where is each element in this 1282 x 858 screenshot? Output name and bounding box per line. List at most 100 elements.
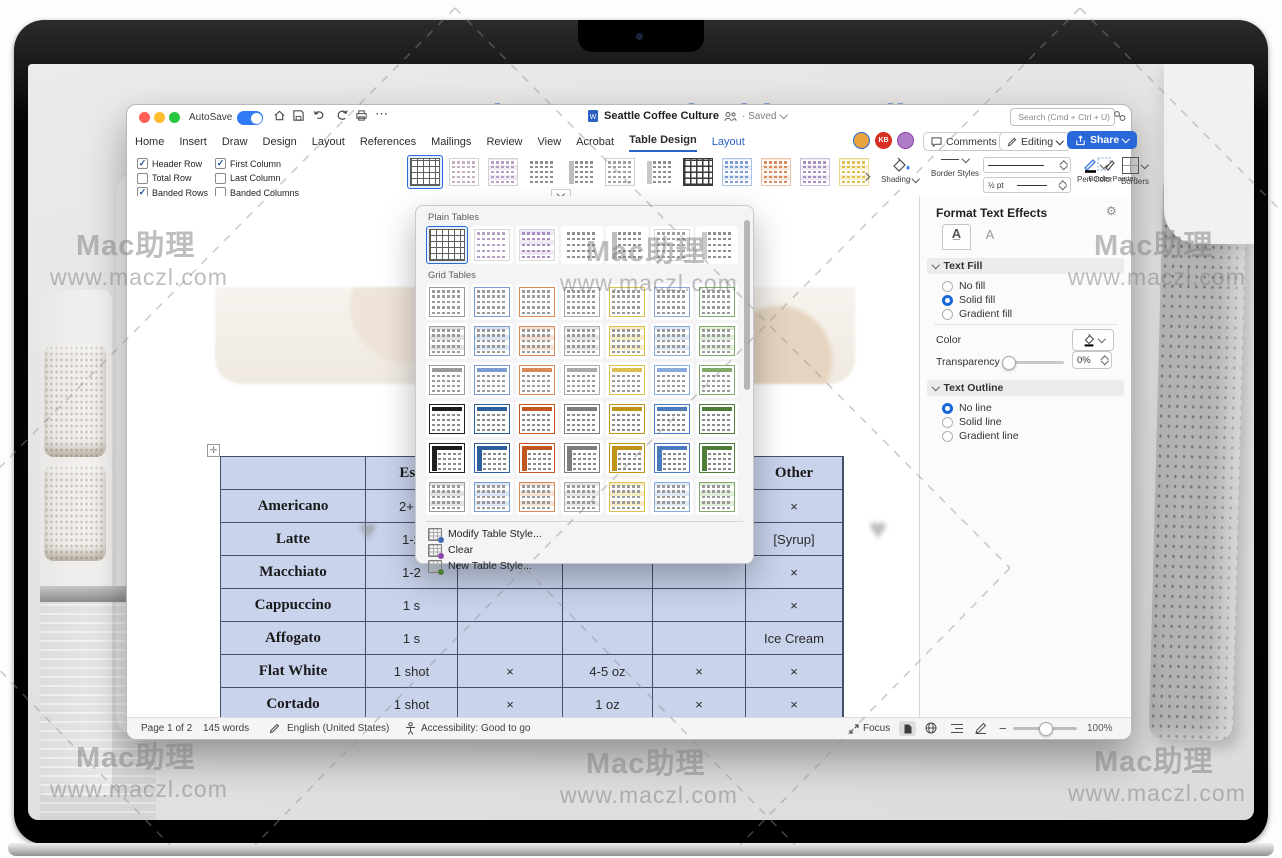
table-style-thumbnail[interactable] xyxy=(680,155,716,189)
table-cell[interactable] xyxy=(653,622,746,655)
tab-references[interactable]: References xyxy=(360,136,416,152)
table-cell[interactable]: × xyxy=(653,655,746,688)
table-cell[interactable] xyxy=(563,589,653,622)
tab-mailings[interactable]: Mailings xyxy=(431,136,471,152)
search-input[interactable]: Search (Cmd + Ctrl + U) xyxy=(1010,108,1115,126)
table-style-thumbnail[interactable] xyxy=(561,362,603,398)
more-icon[interactable]: ⋯ xyxy=(375,106,388,122)
draft-view-button[interactable] xyxy=(975,722,987,734)
print-layout-view-button[interactable] xyxy=(899,721,916,736)
home-icon[interactable] xyxy=(273,109,286,122)
table-style-thumbnail[interactable] xyxy=(471,479,513,515)
table-cell[interactable]: Macchiato xyxy=(221,556,366,589)
table-style-thumbnail[interactable] xyxy=(471,226,513,264)
table-style-thumbnail[interactable] xyxy=(606,401,648,437)
line-weight-dropdown[interactable]: ½ pt xyxy=(983,177,1071,193)
table-style-thumbnail[interactable] xyxy=(516,440,558,476)
option-solid-line[interactable]: Solid line xyxy=(942,416,1002,428)
table-cell[interactable]: × xyxy=(653,688,746,717)
table-header-cell[interactable]: Other xyxy=(746,457,843,490)
transparency-slider[interactable] xyxy=(1004,361,1064,364)
zoom-level[interactable]: 100% xyxy=(1087,723,1113,734)
table-style-thumbnail[interactable] xyxy=(651,323,693,359)
table-cell[interactable]: × xyxy=(746,490,843,523)
table-style-thumbnail[interactable] xyxy=(651,401,693,437)
tab-design[interactable]: Design xyxy=(263,136,297,152)
table-style-thumbnail[interactable] xyxy=(696,226,738,264)
table-style-thumbnail[interactable] xyxy=(758,155,794,189)
comments-button[interactable]: Comments xyxy=(923,132,1005,151)
gallery-more-icon[interactable] xyxy=(863,166,869,184)
tab-table-design[interactable]: Table Design xyxy=(629,134,697,152)
shading-button[interactable]: Shading xyxy=(879,157,921,184)
tab-home[interactable]: Home xyxy=(135,136,164,152)
table-cell[interactable]: × xyxy=(458,655,563,688)
table-style-thumbnail[interactable] xyxy=(516,401,558,437)
dropdown-menu-item[interactable]: Clear xyxy=(416,542,753,558)
text-fill-section-header[interactable]: Text Fill xyxy=(927,258,1124,274)
table-style-thumbnail[interactable] xyxy=(719,155,755,189)
presence-icon[interactable] xyxy=(1113,110,1126,122)
avatar[interactable] xyxy=(897,132,914,149)
table-style-thumbnail[interactable] xyxy=(426,479,468,515)
table-style-thumbnail[interactable] xyxy=(651,362,693,398)
border-painter-button[interactable]: Border Painter xyxy=(1087,157,1125,183)
save-icon[interactable] xyxy=(292,109,305,122)
table-style-thumbnail[interactable] xyxy=(641,155,677,189)
undo-icon[interactable] xyxy=(312,109,327,122)
redo-icon[interactable] xyxy=(335,109,349,122)
table-style-thumbnail[interactable] xyxy=(651,440,693,476)
style-option-total-row[interactable]: Total Row xyxy=(137,172,208,185)
table-style-thumbnail[interactable] xyxy=(516,362,558,398)
table-style-thumbnail[interactable] xyxy=(446,155,482,189)
zoom-slider[interactable] xyxy=(1013,727,1077,730)
table-style-thumbnail[interactable] xyxy=(407,155,443,189)
table-cell[interactable]: 1 shot xyxy=(366,655,458,688)
table-cell[interactable]: × xyxy=(458,688,563,717)
table-style-thumbnail[interactable] xyxy=(606,323,648,359)
line-style-dropdown[interactable] xyxy=(983,157,1071,173)
table-style-thumbnail[interactable] xyxy=(561,479,603,515)
web-layout-view-button[interactable] xyxy=(925,722,937,734)
color-picker-button[interactable] xyxy=(1072,329,1114,351)
tab-text-fill-effects[interactable]: A̲ xyxy=(942,224,971,250)
tab-insert[interactable]: Insert xyxy=(179,136,207,152)
table-style-thumbnail[interactable] xyxy=(485,155,521,189)
option-no-line[interactable]: No line xyxy=(942,402,992,414)
table-style-thumbnail[interactable] xyxy=(651,226,693,264)
table-cell[interactable]: 1 s xyxy=(366,589,458,622)
table-cell[interactable]: Affogato xyxy=(221,622,366,655)
border-styles-button[interactable]: Border Styles xyxy=(931,158,979,178)
table-style-thumbnail[interactable] xyxy=(561,284,603,320)
share-button[interactable]: Share xyxy=(1067,131,1137,149)
avatar[interactable]: KB xyxy=(875,132,892,149)
zoom-button[interactable] xyxy=(169,112,180,123)
print-icon[interactable] xyxy=(355,109,368,122)
option-gradient-fill[interactable]: Gradient fill xyxy=(942,308,1012,320)
word-count[interactable]: 145 words xyxy=(203,723,249,734)
table-cell[interactable]: × xyxy=(746,655,843,688)
table-style-thumbnail[interactable] xyxy=(606,284,648,320)
table-style-thumbnail[interactable] xyxy=(471,323,513,359)
table-style-thumbnail[interactable] xyxy=(606,226,648,264)
table-style-thumbnail[interactable] xyxy=(696,284,738,320)
table-style-thumbnail[interactable] xyxy=(471,401,513,437)
table-style-thumbnail[interactable] xyxy=(602,155,638,189)
table-cell[interactable]: Americano xyxy=(221,490,366,523)
option-no-fill[interactable]: No fill xyxy=(942,280,985,292)
table-style-thumbnail[interactable] xyxy=(561,440,603,476)
table-cell[interactable]: Cappuccino xyxy=(221,589,366,622)
table-style-thumbnail[interactable] xyxy=(651,479,693,515)
table-style-thumbnail[interactable] xyxy=(426,440,468,476)
dropdown-menu-item[interactable]: New Table Style... xyxy=(416,558,753,574)
table-style-thumbnail[interactable] xyxy=(426,226,468,264)
table-cell[interactable]: 1 s xyxy=(366,622,458,655)
table-style-thumbnail[interactable] xyxy=(426,362,468,398)
table-cell[interactable]: Latte xyxy=(221,523,366,556)
table-style-thumbnail[interactable] xyxy=(561,401,603,437)
dropdown-scrollbar[interactable] xyxy=(744,216,750,516)
option-gradient-line[interactable]: Gradient line xyxy=(942,430,1019,442)
table-style-thumbnail[interactable] xyxy=(426,323,468,359)
table-cell[interactable]: Flat White xyxy=(221,655,366,688)
tab-text-outline-effects[interactable]: A xyxy=(978,226,1002,248)
